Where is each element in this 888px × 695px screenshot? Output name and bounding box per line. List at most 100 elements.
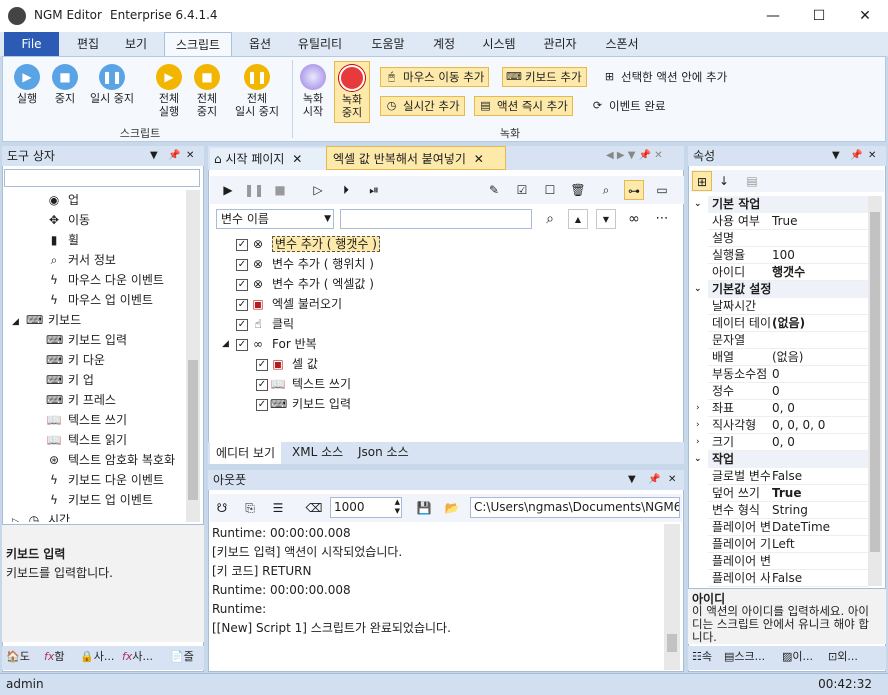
dropdown-icon[interactable]: ▼ [628,470,636,490]
properties-scrollbar[interactable] [868,196,882,586]
property-row[interactable]: 설명 [708,230,868,247]
tab-toolbox[interactable]: 🏠도 [6,646,30,668]
property-row[interactable]: 플레이어 사용False [708,570,868,587]
property-row[interactable]: › 좌표 0, 0 [696,400,868,417]
tab-sponsor[interactable]: 스폰서 [596,32,648,56]
path-input[interactable]: C:\Users\ngmas\Documents\NGM6\ [470,497,680,518]
property-pages-icon[interactable]: ▤ [742,171,762,191]
property-row[interactable]: 플레이어 변수DateTime [708,519,868,536]
property-row[interactable]: 플레이어 기준Left [708,536,868,553]
property-row[interactable]: 아이디 행갯수 [708,264,868,281]
toolbox-search-input[interactable] [4,169,200,187]
pin-icon[interactable]: 📌 [850,146,862,166]
maximize-button[interactable]: ☐ [796,0,842,32]
script-action-item[interactable]: ✓ ⊗ 변수 추가 ( 행위치 ) [236,254,374,274]
toolbox-item[interactable]: ⊛ 텍스트 암호화 복호화 [46,450,175,470]
script-action-item[interactable]: ✓ ⊗ 변수 추가 ( 엑셀값 ) [236,274,374,294]
tab-admin[interactable]: 관리자 [534,32,586,56]
stop-all-button[interactable]: ■ 전체 중지 [188,64,226,118]
expand-icon[interactable]: › [696,417,700,434]
tab-nav-arrows[interactable]: ◀ ▶ ▼ 📌 ✕ [606,150,663,161]
checkbox[interactable]: ✓ [236,278,248,291]
insert-into-selected-button[interactable]: ⊞ 선택한 액션 안에 추가 [598,67,732,87]
tab-excel-paste[interactable]: 엑셀 값 반복해서 붙여넣기 ✕ [326,146,506,170]
categorized-icon[interactable]: ⊞ [692,171,712,191]
expand-icon[interactable]: ◢ [222,334,229,354]
property-row[interactable]: 덮어 쓰기 True [708,485,868,502]
property-row[interactable]: 실행율 100 [708,247,868,264]
toolbox-item[interactable]: ▮ 휠 [46,230,79,250]
output-scrollbar[interactable] [664,524,680,670]
tab-account[interactable]: 계정 [424,32,464,56]
add-mouse-move-button[interactable]: 🖱 마우스 이동 추가 [380,67,490,87]
delete-icon[interactable]: 🗑 [568,180,588,200]
record-stop-button[interactable]: 녹화 중지 [334,61,370,123]
property-category[interactable]: ⌄ 기본 작업 [694,196,868,213]
property-row[interactable]: 글로벌 변수 False [708,468,868,485]
filter-combo[interactable]: 변수 이름 ▼ [216,209,334,229]
toolbox-item[interactable]: ϟ 키보드 업 이벤트 [46,490,153,510]
tab-editor-view[interactable]: 에디터 보기 [210,442,282,464]
close-panel-icon[interactable]: ✕ [868,146,876,166]
collapse-icon[interactable]: ⌄ [694,451,702,468]
tab-edit[interactable]: 편집 [68,32,108,56]
tab-third[interactable]: 🔒사... [80,646,114,668]
list-icon[interactable]: ☰ [268,498,288,518]
monitor-icon[interactable]: ▭ [652,180,672,200]
debug-icon[interactable]: ☋ [212,498,232,518]
folder-icon[interactable]: 📂 [442,498,462,518]
tab-system[interactable]: 시스템 [474,32,524,56]
tab-xml-source[interactable]: XML 소스 [292,442,343,464]
pause-button[interactable]: ❚❚ 일시 중지 [84,64,140,105]
save-icon[interactable]: 💾 [414,498,434,518]
run-all-button[interactable]: ▶ 전체 실행 [150,64,188,118]
tab-utility[interactable]: 유틸리티 [290,32,350,56]
tab-favorites[interactable]: 📄즐 [170,646,194,668]
checkbox[interactable]: ✓ [236,338,248,351]
close-panel-icon[interactable]: ✕ [668,470,676,490]
property-row[interactable]: › 직사각형 0, 0, 0, 0 [696,417,868,434]
property-category[interactable]: ⌄ 기본값 설정 [694,281,868,298]
script-action-item[interactable]: ✓ ⊗ 변수 추가 ( 행갯수 ) [236,234,380,254]
checkbox[interactable]: ✓ [236,238,248,251]
more-icon[interactable]: ⋯ [652,209,672,229]
close-button[interactable]: ✕ [842,0,888,32]
run-button[interactable]: ▶ 실행 [8,64,46,105]
tab-fourth[interactable]: fx사... [122,646,153,668]
move-up-icon[interactable]: ▲ [568,209,588,229]
tab-options[interactable]: 옵션 [240,32,280,56]
loop-icon[interactable]: ∞ [624,209,644,229]
search-icon[interactable]: ⌕ [540,209,560,229]
script-action-item[interactable]: ✓ 📖 텍스트 쓰기 [256,374,351,394]
pause-icon[interactable]: ❚❚ [244,180,264,200]
eraser-icon[interactable]: ⌫ [304,498,324,518]
tab-view[interactable]: 보기 [116,32,156,56]
check-empty-icon[interactable]: ☐ [540,180,560,200]
tab-properties[interactable]: ☷속 [692,646,712,668]
pin-icon[interactable]: 📌 [168,146,180,166]
tab-json-source[interactable]: Json 소스 [358,442,409,464]
toolbox-item[interactable]: ◢ ⌨ 키보드 [12,310,81,330]
expand-icon[interactable]: › [696,434,700,451]
record-start-button[interactable]: 녹화 시작 [296,64,330,118]
checkbox[interactable]: ✓ [236,258,248,271]
tab-script[interactable]: 스크립트 [164,32,232,56]
tab-external[interactable]: ⊡외... [828,646,858,668]
step-over-icon[interactable]: ⏯ [364,180,384,200]
checkbox[interactable]: ✓ [236,298,248,311]
toolbox-item[interactable]: 📖 텍스트 쓰기 [46,410,128,430]
property-row[interactable]: 사용 여부 True [708,213,868,230]
expand-icon[interactable]: › [696,400,700,417]
close-panel-icon[interactable]: ✕ [186,146,194,166]
toolbox-item[interactable]: 📖 텍스트 읽기 [46,430,128,450]
property-row[interactable]: 문자열 [708,332,868,349]
stop-button[interactable]: ■ 중지 [46,64,84,105]
property-row[interactable]: 날짜시간 [708,298,868,315]
script-action-item[interactable]: ◢ ✓ ∞ For 반복 [222,334,317,354]
run-icon[interactable]: ▶ [218,180,238,200]
minimize-button[interactable]: — [750,0,796,32]
sort-alpha-icon[interactable]: ↓ [714,171,734,191]
tab-file[interactable]: File [4,32,59,56]
property-row[interactable]: 정수 0 [708,383,868,400]
property-row[interactable]: 부동소수점 0 [708,366,868,383]
